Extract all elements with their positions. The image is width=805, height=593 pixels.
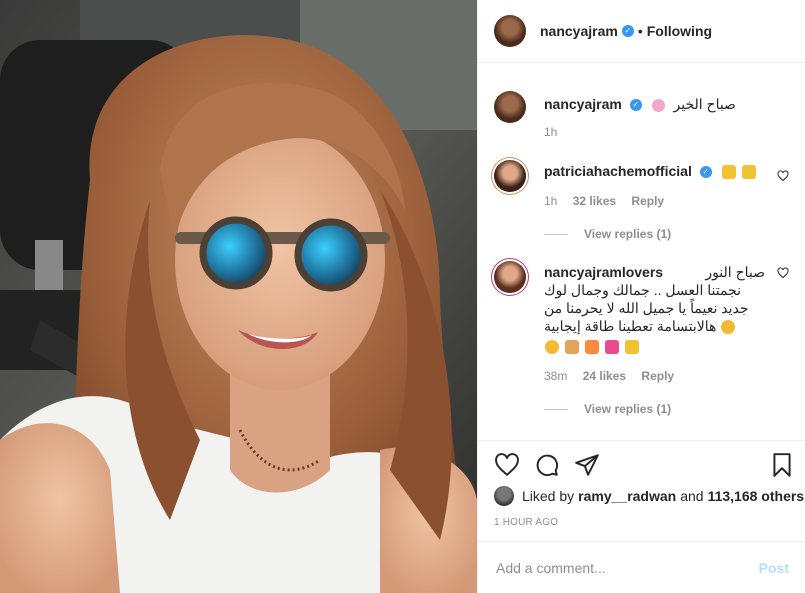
caption-time[interactable]: 1h	[544, 125, 557, 139]
separator-dot: •	[637, 23, 643, 39]
heart-eyes-emoji-icon	[721, 320, 736, 335]
add-comment-bar: Post	[478, 541, 805, 593]
post-side-panel: nancyajram ✓ • Following nancyajram ✓ صب…	[477, 0, 805, 593]
view-replies-button[interactable]: View replies (1)	[544, 402, 671, 416]
comment-line-2: نجمتنا العسل .. جمالك وجمال لوك	[544, 282, 742, 298]
comment-line-4: هالابتسامة تعطينا طاقة إيجابية	[544, 318, 717, 334]
commenter-avatar[interactable]	[494, 261, 526, 293]
post-header: nancyajram ✓ • Following	[478, 0, 805, 63]
crown-emoji-icon	[624, 340, 639, 355]
comment-body: patriciahachemofficial ✓ 1h 32 likes Rep…	[544, 162, 765, 210]
author-username[interactable]: nancyajram	[540, 23, 618, 39]
comments-list[interactable]: nancyajram ✓ صباح الخير 1h patriciahache…	[478, 63, 805, 441]
share-paper-plane-icon[interactable]	[574, 452, 600, 478]
replies-divider	[544, 233, 568, 235]
comment-likes[interactable]: 24 likes	[583, 369, 626, 383]
comment-line-3: جديد نعيماً يا جميل الله لا يحرمنا من	[544, 300, 749, 316]
reply-button[interactable]: Reply	[641, 369, 674, 383]
like-comment-heart-icon[interactable]	[777, 267, 789, 279]
comment-line-1: صباح النور	[705, 264, 765, 280]
like-comment-heart-icon[interactable]	[777, 170, 789, 182]
caption-item: nancyajram ✓ صباح الخير 1h	[494, 91, 789, 151]
post-actions	[478, 440, 805, 480]
commenter-username[interactable]: patriciahachemofficial	[544, 163, 692, 179]
caption-text: صباح الخير	[673, 96, 736, 112]
crown-emoji-icon	[721, 165, 736, 180]
comment-first-line: nancyajramlovers صباح النور	[544, 263, 765, 281]
liker-avatar[interactable]	[494, 486, 514, 506]
commenter-avatar[interactable]	[494, 160, 526, 192]
like-heart-icon[interactable]	[494, 452, 520, 478]
view-replies-label: View replies (1)	[584, 227, 672, 241]
comment-likes[interactable]: 32 likes	[573, 194, 616, 208]
comment-body: nancyajramlovers صباح النور نجمتنا العسل…	[544, 263, 765, 385]
comment-item: patriciahachemofficial ✓ 1h 32 likes Rep…	[494, 160, 789, 250]
view-replies-label: View replies (1)	[584, 402, 672, 416]
caption-body: nancyajram ✓ صباح الخير 1h	[544, 95, 765, 141]
reply-button[interactable]: Reply	[631, 194, 664, 208]
caption-meta: 1h	[544, 123, 765, 141]
commenter-username[interactable]: nancyajramlovers	[544, 263, 663, 281]
heart-eyes-emoji-icon	[545, 340, 559, 355]
caption-author-avatar[interactable]	[494, 91, 526, 123]
likes-summary: Liked by ramy__radwan and 113,168 others	[494, 486, 804, 506]
flower-emoji-icon	[651, 98, 665, 112]
likes-and: and	[680, 488, 704, 504]
post-timestamp[interactable]: 1 HOUR AGO	[494, 517, 558, 528]
comment-time[interactable]: 1h	[544, 194, 557, 208]
verified-badge-icon: ✓	[621, 25, 634, 37]
liker-username[interactable]: ramy__radwan	[578, 488, 676, 504]
following-button[interactable]: Following	[647, 23, 712, 39]
tulip-emoji-icon	[604, 340, 619, 355]
selfie-image	[0, 0, 477, 593]
comment-emoji-row	[544, 337, 765, 355]
sparkle-emoji-icon	[584, 340, 599, 355]
view-replies-button[interactable]: View replies (1)	[544, 227, 671, 241]
likes-count[interactable]: 113,168 others	[708, 488, 805, 504]
verified-badge-icon: ✓	[629, 99, 642, 112]
crown-emoji-icon	[741, 165, 756, 180]
liked-by-prefix: Liked by	[522, 488, 575, 504]
comment-input[interactable]	[494, 558, 759, 577]
instagram-post-view: nancyajram ✓ • Following nancyajram ✓ صب…	[0, 0, 805, 593]
post-photo[interactable]	[0, 0, 477, 593]
comment-item: nancyajramlovers صباح النور نجمتنا العسل…	[494, 261, 789, 431]
comment-line-4-row: هالابتسامة تعطينا طاقة إيجابية	[544, 317, 765, 335]
comment-time[interactable]: 38m	[544, 369, 567, 383]
author-avatar[interactable]	[494, 15, 526, 47]
post-comment-button[interactable]: Post	[759, 560, 789, 576]
author-info: nancyajram ✓ • Following	[540, 23, 712, 39]
comment-meta: 38m 24 likes Reply	[544, 367, 765, 385]
replies-divider	[544, 408, 568, 410]
comment-meta: 1h 32 likes Reply	[544, 192, 765, 210]
comment-bubble-icon[interactable]	[534, 452, 560, 478]
verified-badge-icon: ✓	[699, 166, 712, 179]
raising-hands-emoji-icon	[564, 340, 579, 355]
save-bookmark-icon[interactable]	[769, 452, 795, 478]
caption-author-username[interactable]: nancyajram	[544, 96, 622, 112]
